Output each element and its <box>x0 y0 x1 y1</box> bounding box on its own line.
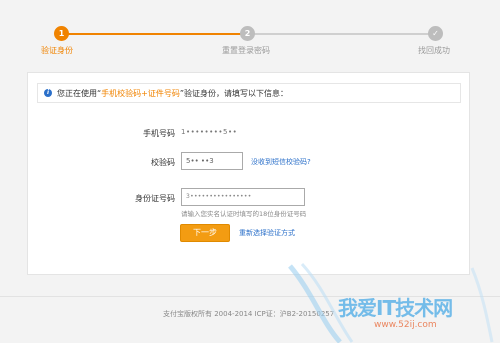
step-progress-line-todo <box>248 33 436 35</box>
step-3-check-icon: ✓ <box>428 26 443 41</box>
step-1-circle: 1 <box>54 26 69 41</box>
step-1-label: 验证身份 <box>41 46 73 55</box>
notice-prefix: 您正在使用“ <box>57 88 102 98</box>
verification-code-input[interactable]: 5•• ••3 <box>181 152 243 170</box>
id-number-label: 身份证号码 <box>135 194 175 203</box>
notice-suffix: ”验证身份，请填写以下信息： <box>179 88 289 98</box>
id-number-hint: 请输入您实名认证时填写的18位身份证号码 <box>181 210 307 218</box>
watermark-url: www.52ij.com <box>374 320 437 330</box>
step-progress-line-done <box>62 33 248 35</box>
reselect-method-link[interactable]: 重新选择验证方式 <box>239 228 295 238</box>
step-3-label: 找回成功 <box>418 46 450 55</box>
phone-label: 手机号码 <box>143 129 175 138</box>
step-2-circle: 2 <box>240 26 255 41</box>
watermark-logo: 我爱IT技术网 www.52ij.com <box>282 262 500 343</box>
next-step-button[interactable]: 下一步 <box>180 224 230 242</box>
progress-stepper: 1 验证身份 2 重置登录密码 ✓ 找回成功 <box>0 0 500 62</box>
notice-method: 手机校验码+证件号码 <box>101 88 180 98</box>
verification-card: i 您正在使用“ 手机校验码+证件号码 ”验证身份，请填写以下信息： 手机号码 … <box>27 72 470 275</box>
resend-code-link[interactable]: 没收到短信校验码? <box>251 157 311 167</box>
info-icon: i <box>44 89 52 97</box>
id-number-input[interactable]: 3•••••••••••••••• <box>181 188 305 206</box>
watermark-title: 我爱IT技术网 <box>338 296 453 320</box>
method-notice: i 您正在使用“ 手机校验码+证件号码 ”验证身份，请填写以下信息： <box>37 83 461 103</box>
step-2-label: 重置登录密码 <box>222 46 270 55</box>
phone-value: 1••••••••5•• <box>181 128 238 136</box>
code-label: 校验码 <box>151 158 175 167</box>
